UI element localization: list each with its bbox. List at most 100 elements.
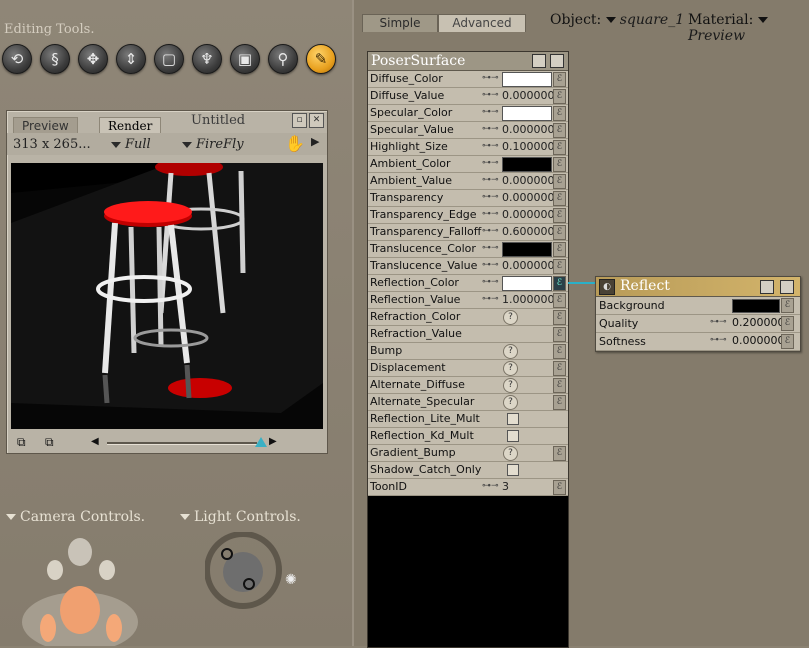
- input-plug-icon[interactable]: ℰ: [553, 395, 566, 410]
- param-value[interactable]: 0.000000: [502, 191, 555, 204]
- hand-icon[interactable]: ✋: [285, 134, 305, 153]
- link-icon[interactable]: ⊶⊸: [710, 336, 728, 345]
- input-plug-icon[interactable]: ℰ: [553, 89, 566, 104]
- rotate-icon[interactable]: ⟲: [2, 44, 32, 74]
- node-collapse-icon[interactable]: [550, 54, 564, 68]
- arrow-right-icon[interactable]: ▶: [269, 436, 277, 447]
- light-controls-menu[interactable]: Light Controls.: [180, 509, 301, 525]
- help-icon[interactable]: ?: [503, 344, 518, 359]
- light-controls-widget[interactable]: ✺: [205, 532, 305, 612]
- link-icon[interactable]: ⊶⊸: [482, 159, 500, 168]
- link-icon[interactable]: ⊶⊸: [482, 108, 500, 117]
- input-plug-icon[interactable]: ℰ: [553, 191, 566, 206]
- arrow-left-icon[interactable]: ◀: [91, 436, 99, 447]
- link-icon[interactable]: ⊶⊸: [482, 295, 500, 304]
- param-value[interactable]: 0.600000: [502, 225, 555, 238]
- param-value[interactable]: 0.000000: [732, 335, 785, 347]
- link-icon[interactable]: ⊶⊸: [482, 142, 500, 151]
- morphing-tool-icon[interactable]: ✎: [306, 44, 336, 74]
- link-icon[interactable]: ⊶⊸: [482, 210, 500, 219]
- translate-icon[interactable]: ✥: [78, 44, 108, 74]
- param-value[interactable]: 0.100000: [502, 140, 555, 153]
- render-slider-track[interactable]: [107, 442, 257, 445]
- input-plug-icon[interactable]: ℰ: [781, 298, 794, 313]
- node-collapse-icon[interactable]: [780, 280, 794, 294]
- input-plug-icon[interactable]: ℰ: [553, 225, 566, 240]
- param-value[interactable]: 3: [502, 480, 550, 493]
- maximize-icon[interactable]: ▫: [292, 113, 307, 128]
- input-plug-icon[interactable]: ℰ: [553, 140, 566, 155]
- param-value[interactable]: 0.000000: [502, 174, 555, 187]
- camera-controls-menu[interactable]: Camera Controls.: [6, 509, 145, 525]
- color-swatch[interactable]: [732, 299, 780, 313]
- link-icon[interactable]: ⊶⊸: [482, 125, 500, 134]
- translate-in-out-icon[interactable]: ⇕: [116, 44, 146, 74]
- param-value[interactable]: 1.000000: [502, 293, 555, 306]
- input-plug-icon[interactable]: ℰ: [553, 174, 566, 189]
- help-icon[interactable]: ?: [503, 361, 518, 376]
- node-options-icon[interactable]: [532, 54, 546, 68]
- color-swatch[interactable]: [502, 72, 552, 87]
- param-checkbox[interactable]: [507, 464, 519, 476]
- input-plug-icon[interactable]: ℰ: [553, 242, 566, 257]
- help-icon[interactable]: ?: [503, 310, 518, 325]
- link-icon[interactable]: ⊶⊸: [482, 91, 500, 100]
- color-swatch[interactable]: [502, 157, 552, 172]
- tab-render[interactable]: Render: [99, 117, 162, 134]
- param-value[interactable]: 0.000000: [502, 259, 555, 272]
- render-slider-thumb[interactable]: [255, 437, 267, 447]
- tab-simple[interactable]: Simple: [362, 14, 438, 32]
- input-plug-icon[interactable]: ℰ: [553, 480, 566, 495]
- input-plug-icon[interactable]: ℰ: [553, 378, 566, 393]
- camera-controls-widget[interactable]: [20, 530, 140, 646]
- input-plug-icon[interactable]: ℰ: [553, 123, 566, 138]
- help-icon[interactable]: ?: [503, 395, 518, 410]
- help-icon[interactable]: ?: [503, 446, 518, 461]
- color-swatch[interactable]: [502, 276, 552, 291]
- renderer-select[interactable]: FireFly: [182, 137, 244, 152]
- tab-preview[interactable]: Preview: [13, 117, 78, 134]
- render-window-icon[interactable]: ⧉: [17, 435, 26, 450]
- param-checkbox[interactable]: [507, 413, 519, 425]
- help-icon[interactable]: ?: [503, 378, 518, 393]
- param-checkbox[interactable]: [507, 430, 519, 442]
- input-plug-icon[interactable]: ℰ: [553, 327, 566, 342]
- chain-break-icon[interactable]: ▣: [230, 44, 260, 74]
- reflect-node-icon[interactable]: ◐: [599, 279, 615, 295]
- link-icon[interactable]: ⊶⊸: [482, 482, 500, 491]
- scale-icon[interactable]: ▢: [154, 44, 184, 74]
- param-value[interactable]: 0.200000: [732, 317, 785, 329]
- render-mode-select[interactable]: Full: [111, 137, 151, 152]
- poser-surface-header[interactable]: PoserSurface: [368, 52, 568, 71]
- arrow-right-icon[interactable]: ▶: [311, 135, 319, 148]
- input-plug-icon[interactable]: ℰ: [553, 344, 566, 359]
- reflect-node[interactable]: ◐ Reflect Background ℰ Quality ⊶⊸ 0.200000 ℰ S…: [595, 276, 801, 352]
- param-value[interactable]: 0.000000: [502, 208, 555, 221]
- render-viewport[interactable]: [11, 163, 323, 429]
- link-icon[interactable]: ⊶⊸: [482, 244, 500, 253]
- link-icon[interactable]: ⊶⊸: [482, 278, 500, 287]
- input-plug-icon[interactable]: ℰ: [781, 334, 794, 349]
- input-plug-icon[interactable]: ℰ: [553, 310, 566, 325]
- render-settings-icon[interactable]: ⧉: [45, 435, 54, 450]
- color-swatch[interactable]: [502, 106, 552, 121]
- link-icon[interactable]: ⊶⊸: [482, 74, 500, 83]
- reflect-header[interactable]: ◐ Reflect: [596, 277, 800, 297]
- input-plug-icon[interactable]: ℰ: [553, 106, 566, 121]
- input-plug-icon[interactable]: ℰ: [553, 208, 566, 223]
- param-value[interactable]: 0.000000: [502, 123, 555, 136]
- link-icon[interactable]: ⊶⊸: [482, 193, 500, 202]
- view-magnifier-icon[interactable]: ⚲: [268, 44, 298, 74]
- input-plug-icon[interactable]: ℰ: [553, 293, 566, 308]
- link-icon[interactable]: ⊶⊸: [482, 261, 500, 270]
- link-icon[interactable]: ⊶⊸: [482, 227, 500, 236]
- link-icon[interactable]: ⊶⊸: [710, 318, 728, 327]
- param-value[interactable]: 0.000000: [502, 89, 555, 102]
- input-plug-icon[interactable]: ℰ: [553, 276, 566, 291]
- object-select[interactable]: Object: square_1: [550, 12, 684, 28]
- link-icon[interactable]: ⊶⊸: [482, 176, 500, 185]
- input-plug-icon[interactable]: ℰ: [553, 157, 566, 172]
- color-swatch[interactable]: [502, 242, 552, 257]
- input-plug-icon[interactable]: ℰ: [553, 259, 566, 274]
- poser-surface-node[interactable]: PoserSurface Diffuse_Color ⊶⊸ ℰ Diffuse_Val…: [367, 51, 569, 648]
